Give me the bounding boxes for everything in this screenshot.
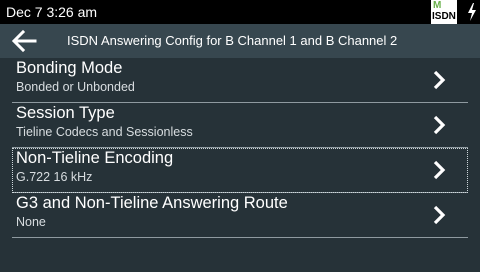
bonding-mode-item[interactable]: Bonding Mode Bonded or Unbonded	[12, 58, 468, 103]
page-title: ISDN Answering Config for B Channel 1 an…	[67, 33, 398, 48]
status-time: Dec 7 3:26 am	[6, 4, 98, 20]
lightning-bolt-icon	[468, 3, 476, 21]
status-bar: Dec 7 3:26 am M ISDN	[0, 0, 480, 24]
item-value: Tieline Codecs and Sessionless	[16, 125, 193, 139]
item-value: Bonded or Unbonded	[16, 80, 135, 94]
header-bar: ISDN Answering Config for B Channel 1 an…	[0, 24, 480, 58]
item-label: Bonding Mode	[16, 59, 123, 77]
isdn-badge-m: M	[433, 0, 442, 11]
isdn-badge-label: ISDN	[432, 11, 456, 22]
session-type-item[interactable]: Session Type Tieline Codecs and Sessionl…	[12, 103, 468, 148]
answering-route-item[interactable]: G3 and Non-Tieline Answering Route None	[12, 193, 468, 238]
back-arrow-icon[interactable]	[10, 29, 38, 53]
chevron-right-icon	[433, 70, 446, 90]
chevron-right-icon	[433, 205, 446, 225]
item-value: None	[16, 215, 46, 229]
chevron-right-icon	[433, 160, 446, 180]
settings-list: Bonding Mode Bonded or Unbonded Session …	[12, 58, 468, 238]
item-label: Non-Tieline Encoding	[16, 149, 174, 167]
chevron-right-icon	[433, 115, 446, 135]
item-label: Session Type	[16, 104, 115, 122]
item-value: G.722 16 kHz	[16, 170, 93, 184]
item-label: G3 and Non-Tieline Answering Route	[16, 194, 288, 212]
isdn-status-icon: M ISDN	[431, 0, 457, 24]
non-tieline-encoding-item[interactable]: Non-Tieline Encoding G.722 16 kHz	[12, 148, 468, 193]
